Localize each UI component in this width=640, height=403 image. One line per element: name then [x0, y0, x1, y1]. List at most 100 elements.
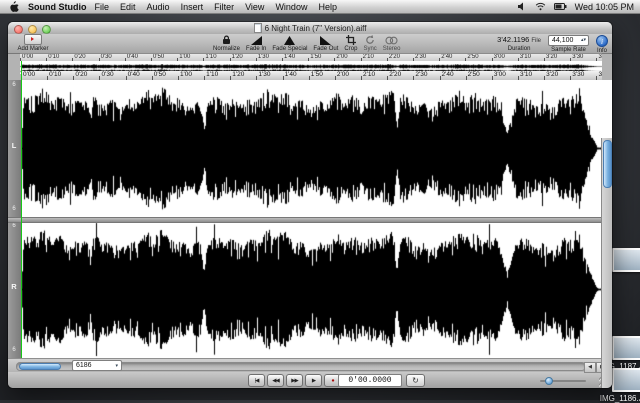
info-icon: i: [596, 35, 608, 47]
ruler-label: 2'20: [387, 71, 401, 78]
play-button[interactable]: ▶: [305, 374, 322, 387]
go-to-start-button[interactable]: |◀: [248, 374, 265, 387]
ruler-label: 0'10: [46, 54, 59, 60]
db-scale-mark: 6: [8, 82, 20, 88]
volume-slider-knob[interactable]: [545, 377, 553, 385]
document-icon: [254, 23, 262, 33]
fade-special-icon: [284, 35, 295, 45]
apple-menu[interactable]: [10, 1, 19, 12]
ruler-label: 1'50: [308, 54, 321, 60]
ruler-label: 0'50: [152, 71, 166, 78]
ruler-label: 1'40: [282, 54, 295, 60]
ruler-label: 3'40: [596, 54, 602, 60]
menu-bar: Sound Studio File Edit Audio Insert Filter Vi…: [0, 0, 640, 14]
db-scale-mark: 6: [8, 206, 20, 212]
ruler-label: 0'20: [73, 71, 87, 78]
loop-button[interactable]: ↻: [406, 374, 425, 387]
ruler-label: 2'00: [334, 54, 347, 60]
volume-slider[interactable]: [540, 380, 586, 382]
ruler-label: 1'20: [230, 71, 244, 78]
fade-out-icon: [320, 35, 331, 45]
vertical-scrollbar-thumb[interactable]: [603, 140, 612, 188]
battery-icon[interactable]: [554, 3, 567, 10]
transport-controls: |◀◀◀▶▶▶●: [248, 374, 341, 387]
ruler-label: 3'20: [544, 54, 557, 60]
ruler-label: 2'20: [387, 54, 400, 60]
horizontal-scrollbar-thumb[interactable]: [19, 363, 61, 370]
menu-edit[interactable]: Edit: [120, 2, 136, 12]
sync-icon: [365, 35, 375, 45]
menu-clock[interactable]: Wed 10:05 PM: [575, 2, 634, 12]
toolbar-tools: Normalize Fade In Fade Special Fade Out Crop…: [213, 34, 400, 52]
fade-in-icon: [251, 35, 262, 45]
menu-items: File Edit Audio Insert Filter View Window Help: [95, 2, 348, 12]
normalize-icon: [222, 35, 231, 45]
menu-view[interactable]: View: [245, 2, 264, 12]
ruler-label: 2'40: [439, 54, 452, 60]
zoom-level-popup[interactable]: 6186 ▾: [72, 360, 122, 371]
ruler-label: 1'00: [178, 71, 192, 78]
add-marker-icon: [24, 34, 42, 45]
ruler-label: 3'10: [518, 71, 532, 78]
menu-insert[interactable]: Insert: [181, 2, 204, 12]
ruler-label: 0'10: [47, 71, 61, 78]
menu-window[interactable]: Window: [275, 2, 307, 12]
sound-studio-window: 6 Night Train (7" Version).aiff Add Mark…: [8, 22, 612, 388]
apple-icon: [10, 1, 19, 12]
photo-file-icon: [612, 368, 640, 392]
window-title: 6 Night Train (7" Version).aiff: [8, 23, 612, 33]
ruler-label: 1'30: [256, 71, 270, 78]
ruler-label: 1'20: [230, 54, 243, 60]
toolbar-button-sync[interactable]: Sync: [363, 34, 376, 52]
ruler-label: 1'10: [204, 71, 218, 78]
menu-audio[interactable]: Audio: [147, 2, 170, 12]
app-menu-title[interactable]: Sound Studio: [28, 2, 87, 12]
ruler-label: 0'40: [125, 54, 138, 60]
rewind-button[interactable]: ◀◀: [267, 374, 284, 387]
toolbar-button-fade-in[interactable]: Fade In: [246, 34, 266, 52]
ruler-label: 1'40: [283, 71, 297, 78]
crop-icon: [346, 35, 356, 45]
vertical-scrollbar[interactable]: ▲ ▼: [601, 138, 612, 388]
ruler-label: 3'00: [492, 71, 506, 78]
menu-filter[interactable]: Filter: [214, 2, 234, 12]
waveform-left-channel[interactable]: [21, 80, 602, 217]
ruler-label: 1'10: [203, 54, 216, 60]
stepper-arrows-icon[interactable]: ▴▾: [581, 38, 586, 43]
ruler-label: 0'00: [20, 54, 33, 60]
ruler-label: 2'30: [413, 54, 426, 60]
info-button[interactable]: i Info: [596, 35, 608, 54]
add-marker-button[interactable]: Add Marker: [14, 34, 52, 52]
ruler-label: 3'10: [518, 54, 531, 60]
ruler-label: 2'10: [361, 71, 375, 78]
scroll-left-icon[interactable]: ◀: [584, 362, 596, 373]
ruler-label: 0'40: [126, 71, 140, 78]
toolbar-button-stereo[interactable]: Stereo: [383, 34, 401, 52]
chevron-down-icon: ▾: [115, 363, 118, 369]
ruler-label: 2'50: [465, 54, 478, 60]
ruler-label: 2'30: [413, 71, 427, 78]
toolbar-button-normalize[interactable]: Normalize: [213, 34, 240, 52]
playhead-cursor: [21, 61, 22, 358]
ruler-label: 1'30: [256, 54, 269, 60]
menu-file[interactable]: File: [95, 2, 110, 12]
toolbar-button-crop[interactable]: Crop: [344, 34, 357, 52]
channel-divider: [8, 217, 602, 223]
wifi-icon[interactable]: [535, 2, 546, 11]
fast-forward-button[interactable]: ▶▶: [286, 374, 303, 387]
db-scale-mark: 6: [8, 223, 20, 229]
desktop-icon-label: IMG_1186.JPG: [598, 394, 640, 403]
waveform-right-channel[interactable]: [21, 221, 602, 358]
scroll-zoom-bar: 6186 ▾ ◀ ▶: [8, 358, 612, 372]
toolbar-button-fade-out[interactable]: Fade Out: [313, 34, 338, 52]
toolbar-button-fade-special[interactable]: Fade Special: [272, 34, 307, 52]
ruler-label: 0'50: [151, 54, 164, 60]
ruler-label: 0'00: [21, 71, 35, 78]
duration-display[interactable]: 3'42.1196 File Duration: [497, 35, 541, 52]
ruler-label: 2'40: [440, 71, 454, 78]
menu-help[interactable]: Help: [318, 2, 337, 12]
sample-rate-popup[interactable]: 44,100 ▴▾ Sample Rate: [548, 35, 589, 53]
ruler-label: 2'10: [361, 54, 374, 60]
volume-icon[interactable]: [517, 2, 527, 11]
ruler-label: 3'00: [492, 54, 505, 60]
